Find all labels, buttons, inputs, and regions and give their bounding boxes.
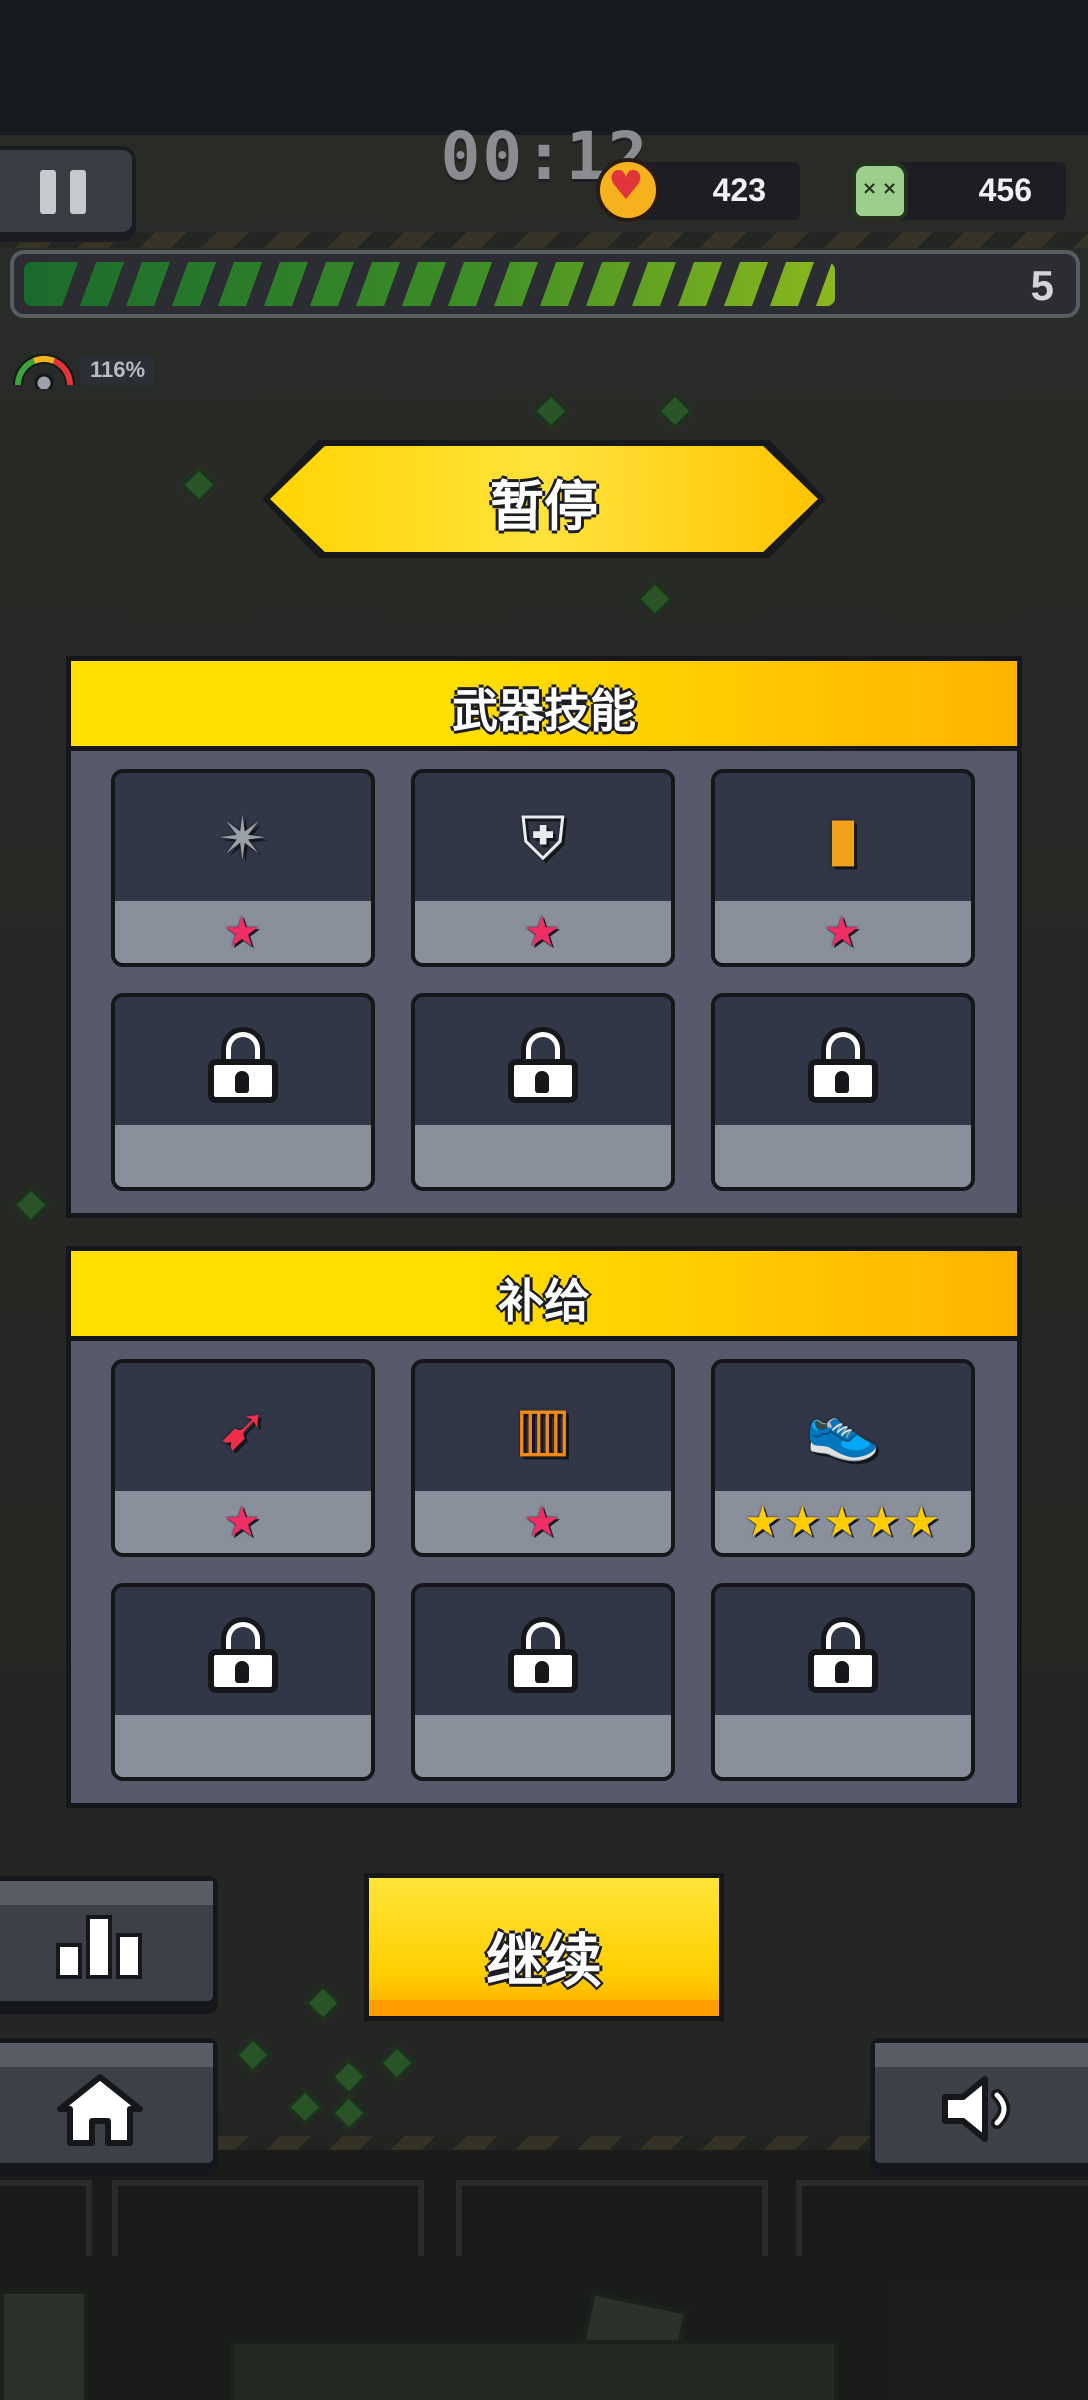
slot-footer — [415, 1125, 671, 1187]
locked-slot — [711, 993, 975, 1191]
supply-header: 补给 — [71, 1251, 1017, 1341]
hearts-value: 423 — [712, 172, 766, 208]
heart-coin-icon: ♥ — [596, 158, 660, 222]
sound-button[interactable] — [870, 2038, 1088, 2168]
skill-level-stars: ★★★★★ — [743, 1497, 943, 1546]
continue-label: 继续 — [485, 1927, 602, 1995]
slot-footer — [715, 1125, 971, 1187]
kills-value: 456 — [978, 172, 1032, 208]
weapon-skills-title: 武器技能 — [452, 684, 636, 738]
home-icon — [57, 2074, 143, 2146]
slot-footer — [115, 1125, 371, 1187]
pause-button[interactable] — [0, 146, 136, 236]
speaker-icon — [942, 2076, 1010, 2142]
skill-slot: ➹ ★ — [111, 1359, 375, 1557]
locked-slot — [711, 1583, 975, 1781]
slot-footer — [115, 1715, 371, 1777]
skill-slot: ⛨ ★ — [411, 769, 675, 967]
supply-title: 补给 — [498, 1274, 590, 1328]
pause-title-banner: 暂停 — [262, 440, 826, 558]
lock-icon — [806, 1027, 880, 1103]
locked-slot — [111, 1583, 375, 1781]
speed-percent: 116% — [80, 355, 156, 385]
pause-title: 暂停 — [490, 475, 598, 538]
xp-segment-divider — [889, 262, 925, 306]
weapon-skills-header: 武器技能 — [71, 661, 1017, 751]
skill-slot: ▮ ★ — [711, 769, 975, 967]
skill-slot: ▥ ★ — [411, 1359, 675, 1557]
sneaker-icon: 👟 — [805, 1394, 881, 1464]
zombie-kill-icon: × × — [852, 162, 908, 220]
home-button[interactable] — [0, 2038, 218, 2168]
slot-footer — [715, 1715, 971, 1777]
shuriken-icon: ✴ — [217, 804, 269, 874]
skill-level-stars: ★ — [523, 907, 563, 956]
skill-level-stars: ★ — [523, 1497, 563, 1546]
drone-icon: ⛨ — [520, 804, 566, 874]
lock-icon — [206, 1027, 280, 1103]
bar-chart-icon — [56, 1915, 142, 1979]
skill-slot: ✴ ★ — [111, 769, 375, 967]
locked-slot — [111, 993, 375, 1191]
flame-bullet-icon: ➹ — [217, 1394, 269, 1464]
weapon-skills-panel: 武器技能 ✴ ★ ⛨ ★ ▮ ★ — [66, 656, 1022, 1218]
xp-progress-bar: 5 — [10, 250, 1080, 318]
slot-footer — [415, 1715, 671, 1777]
canister-icon: ▮ — [826, 804, 860, 874]
skill-level-stars: ★ — [223, 1497, 263, 1546]
locked-slot — [411, 993, 675, 1191]
speed-gauge-icon — [13, 354, 75, 389]
stats-button[interactable] — [0, 1876, 218, 2006]
xp-segment-divider — [843, 262, 879, 306]
lock-icon — [206, 1617, 280, 1693]
lock-icon — [506, 1617, 580, 1693]
locked-slot — [411, 1583, 675, 1781]
skill-level-stars: ★ — [823, 907, 863, 956]
player-level: 5 — [1030, 262, 1054, 309]
battery-icon: ▥ — [514, 1394, 572, 1464]
lock-icon — [506, 1027, 580, 1103]
skill-slot: 👟 ★★★★★ — [711, 1359, 975, 1557]
lock-icon — [806, 1617, 880, 1693]
skill-level-stars: ★ — [223, 907, 263, 956]
continue-button[interactable]: 继续 — [364, 1873, 724, 2021]
supply-panel: 补给 ➹ ★ ▥ ★ 👟 ★★★★★ — [66, 1246, 1022, 1808]
